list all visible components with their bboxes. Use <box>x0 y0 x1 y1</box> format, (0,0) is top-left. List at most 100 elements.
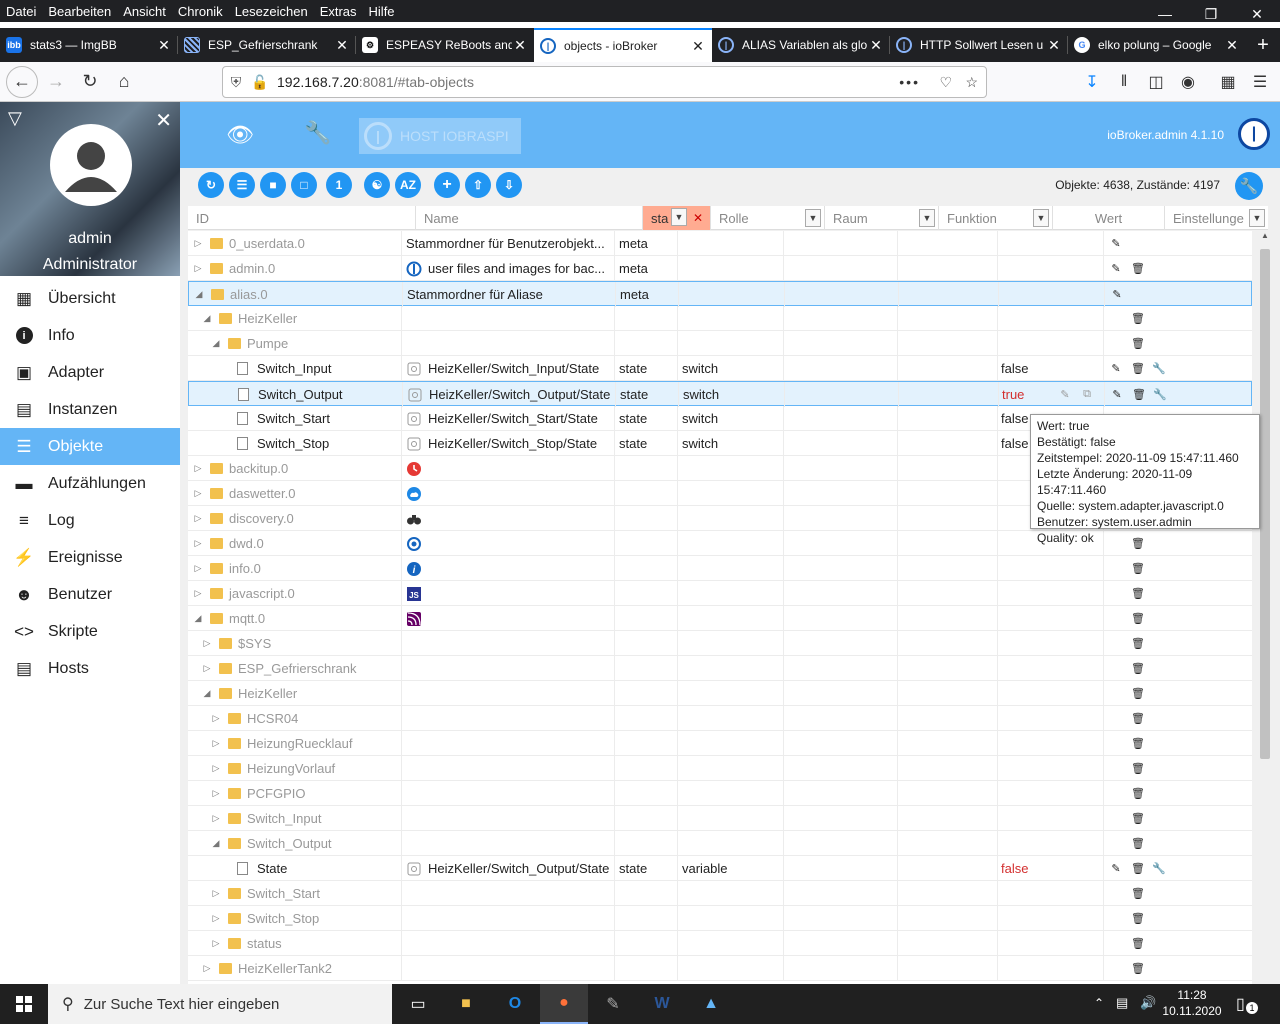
delete-icon[interactable]: 🗑 <box>1130 810 1146 826</box>
collapse-arrow-icon[interactable]: ◢ <box>201 688 213 699</box>
expand-arrow-icon[interactable]: ▷ <box>210 738 222 749</box>
menu-hilfe[interactable]: Hilfe <box>363 4 401 19</box>
expand-arrow-icon[interactable]: ▷ <box>210 763 222 774</box>
table-row[interactable]: Switch_Input HeizKeller/Switch_Input/Stat… <box>188 356 1252 381</box>
table-row[interactable]: ▷ PCFGPIO 🗑 <box>188 781 1252 806</box>
url-bar[interactable]: ⛨ 🔓 192.168.7.20:8081/#tab-objects ••• ♡… <box>222 66 987 98</box>
collapse-arrow-icon[interactable]: ◢ <box>210 838 222 849</box>
add-object-button[interactable]: + <box>434 172 460 198</box>
upload-button[interactable]: ⇧ <box>465 172 491 198</box>
table-row[interactable]: ▷ HeizungRuecklauf 🗑 <box>188 731 1252 756</box>
table-row[interactable]: ◢ Switch_Output 🗑 <box>188 831 1252 856</box>
sidebar-item-ereignisse[interactable]: ⚡ Ereignisse <box>0 539 180 576</box>
sidebar-item-uebersicht[interactable]: ▦ Übersicht <box>0 280 180 317</box>
delete-icon[interactable]: 🗑 <box>1130 735 1146 751</box>
scrollbar[interactable]: ▲ <box>1258 231 1272 984</box>
table-row[interactable]: ▷ 0_userdata.0 Stammordner für Benutzerobj… <box>188 231 1252 256</box>
table-row[interactable]: State HeizKeller/Switch_Output/State state… <box>188 856 1252 881</box>
table-row[interactable]: ▷ admin.0 user files and images for bac...… <box>188 256 1252 281</box>
close-sidebar-icon[interactable]: ✕ <box>155 108 172 133</box>
menu-lesezeichen[interactable]: Lesezeichen <box>229 4 314 19</box>
reload-button[interactable]: ↻ <box>74 66 106 98</box>
sidebar-item-skripte[interactable]: <> Skripte <box>0 613 180 650</box>
sidebar-item-aufzaehlungen[interactable]: ▬ Aufzählungen <box>0 465 180 502</box>
network-icon[interactable]: ▤ <box>1116 995 1128 1011</box>
list-view-button[interactable]: ☰ <box>229 172 255 198</box>
eye-icon[interactable]: 👁 <box>226 122 254 148</box>
edit-icon[interactable]: ✎ <box>1108 260 1124 276</box>
chevron-down-icon[interactable]: ▼ <box>1033 209 1049 227</box>
expand-arrow-icon[interactable]: ▷ <box>210 913 222 924</box>
host-selector[interactable]: | HOST IOBRASPI <box>359 118 521 154</box>
extensions-icon[interactable]: ▦ <box>1216 70 1240 94</box>
delete-icon[interactable]: 🗑 <box>1130 935 1146 951</box>
menu-ansicht[interactable]: Ansicht <box>117 4 172 19</box>
menu-icon[interactable]: ☰ <box>1248 70 1272 94</box>
table-row[interactable]: ▷ $SYS 🗑 <box>188 631 1252 656</box>
table-row[interactable]: ▷ Switch_Stop 🗑 <box>188 906 1252 931</box>
delete-icon[interactable]: 🗑 <box>1130 760 1146 776</box>
delete-icon[interactable]: 🗑 <box>1130 710 1146 726</box>
expand-arrow-icon[interactable]: ▷ <box>192 263 204 274</box>
tab-http-sollwert[interactable]: | HTTP Sollwert Lesen u ✕ <box>890 28 1068 62</box>
delete-icon[interactable]: 🗑 <box>1130 560 1146 576</box>
expand-arrow-icon[interactable]: ▷ <box>210 938 222 949</box>
collapse-arrow-icon[interactable]: ◢ <box>192 613 204 624</box>
col-role-filter[interactable]: Rolle ▼ <box>711 206 825 230</box>
col-settings-filter[interactable]: Einstellunge ▼ <box>1165 206 1268 230</box>
clear-filter-icon[interactable]: ✕ <box>693 211 703 225</box>
delete-icon[interactable]: 🗑 <box>1130 860 1146 876</box>
table-row[interactable]: Switch_Output HeizKeller/Switch_Output/St… <box>188 381 1252 407</box>
table-row[interactable]: ◢ alias.0 Stammordner für Aliase meta ✎ <box>188 281 1252 307</box>
download-icon[interactable]: ↧ <box>1080 70 1104 94</box>
expand-arrow-icon[interactable]: ▷ <box>201 638 213 649</box>
expand-arrow-icon[interactable]: ▷ <box>210 813 222 824</box>
delete-icon[interactable]: 🗑 <box>1130 835 1146 851</box>
close-tab-icon[interactable]: ✕ <box>1046 37 1062 54</box>
edit-icon[interactable]: ✎ <box>1108 860 1124 876</box>
delete-icon[interactable]: 🗑 <box>1130 610 1146 626</box>
table-row[interactable]: ▷ status 🗑 <box>188 931 1252 956</box>
file-explorer-icon[interactable]: ■ <box>442 984 490 1024</box>
delete-icon[interactable]: 🗑 <box>1130 685 1146 701</box>
delete-icon[interactable]: 🗑 <box>1130 635 1146 651</box>
delete-icon[interactable]: 🗑 <box>1130 960 1146 976</box>
table-row[interactable]: ▷ HeizKellerTank2 🗑 <box>188 956 1252 981</box>
expand-arrow-icon[interactable]: ▷ <box>210 788 222 799</box>
insecure-lock-icon[interactable]: 🔓 <box>249 74 271 91</box>
expert-mode-button[interactable]: ☯ <box>364 172 390 198</box>
sidebar-item-adapter[interactable]: ▣ Adapter <box>0 354 180 391</box>
table-row[interactable]: ▷ info.0 i 🗑 <box>188 556 1252 581</box>
new-tab-button[interactable]: + <box>1246 28 1280 62</box>
table-row[interactable]: ▷ javascript.0 JS 🗑 <box>188 581 1252 606</box>
sidebar-item-log[interactable]: ≡ Log <box>0 502 180 539</box>
table-row[interactable]: ▷ Switch_Start 🗑 <box>188 881 1252 906</box>
col-room-filter[interactable]: Raum ▼ <box>825 206 939 230</box>
expand-arrow-icon[interactable]: ▷ <box>192 463 204 474</box>
edit-value-icon[interactable]: ✎ <box>1057 386 1073 402</box>
settings-icon[interactable]: 🔧 <box>1151 360 1167 376</box>
delete-icon[interactable]: 🗑 <box>1130 360 1146 376</box>
tray-chevron-icon[interactable]: ⌃ <box>1094 996 1104 1010</box>
row-value[interactable]: false <box>1001 856 1101 881</box>
settings-wrench-button[interactable]: 🔧 <box>1235 172 1263 200</box>
table-row[interactable]: ▷ HCSR04 🗑 <box>188 706 1252 731</box>
chevron-down-icon[interactable]: ▼ <box>671 208 687 226</box>
col-type-filter[interactable]: sta ▼ ✕ <box>643 206 711 230</box>
expand-arrow-icon[interactable]: ▷ <box>210 888 222 899</box>
sidebar-item-instanzen[interactable]: ▤ Instanzen <box>0 391 180 428</box>
windows-start-icon[interactable] <box>0 984 48 1024</box>
clock[interactable]: 11:28 10.11.2020 <box>1162 987 1222 1019</box>
sidebar-toggle-icon[interactable]: ◫ <box>1144 70 1168 94</box>
page-actions-icon[interactable]: ••• <box>899 74 920 90</box>
restore-icon[interactable]: ❐ <box>1188 0 1234 28</box>
menu-datei[interactable]: Datei <box>0 4 42 19</box>
expand-arrow-icon[interactable]: ▷ <box>192 488 204 499</box>
tab-google-search[interactable]: Gelko polung – Google ✕ <box>1068 28 1246 62</box>
table-row[interactable]: ▷ Switch_Input 🗑 <box>188 806 1252 831</box>
table-row[interactable]: ◢ Pumpe 🗑 <box>188 331 1252 356</box>
forward-button[interactable]: → <box>40 66 72 98</box>
row-value[interactable]: false <box>1001 356 1101 381</box>
menu-bearbeiten[interactable]: Bearbeiten <box>42 4 117 19</box>
table-row[interactable]: ▷ HeizungVorlauf 🗑 <box>188 756 1252 781</box>
